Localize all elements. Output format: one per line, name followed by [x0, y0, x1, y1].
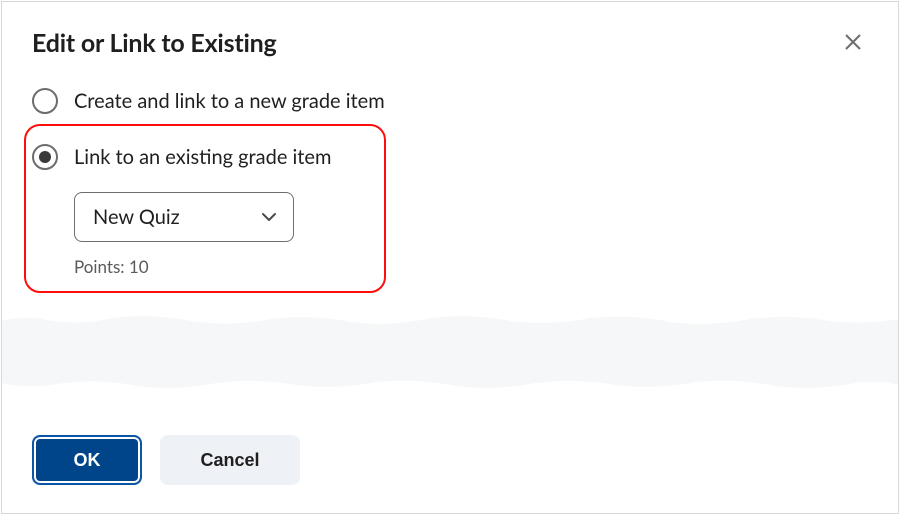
- dialog-header: Edit or Link to Existing: [2, 2, 898, 58]
- grade-item-select-wrap: New Quiz: [74, 192, 362, 242]
- highlight-box: Link to an existing grade item New Quiz …: [24, 124, 386, 293]
- radio-option-create-new[interactable]: Create and link to a new grade item: [32, 82, 868, 120]
- torn-divider: [2, 312, 898, 392]
- radio-selected-icon: [39, 151, 51, 163]
- ok-button[interactable]: OK: [32, 435, 142, 485]
- points-label: Points: 10: [74, 256, 362, 277]
- chevron-down-icon: [261, 209, 277, 225]
- grade-item-select[interactable]: New Quiz: [74, 192, 294, 242]
- radio-option-link-existing[interactable]: Link to an existing grade item: [32, 144, 362, 170]
- radio-label-link-existing: Link to an existing grade item: [74, 145, 331, 169]
- dialog: Edit or Link to Existing Create and link…: [1, 1, 899, 514]
- radio-icon: [32, 144, 58, 170]
- cancel-button[interactable]: Cancel: [160, 435, 300, 485]
- radio-label-create-new: Create and link to a new grade item: [74, 89, 385, 113]
- radio-group: Create and link to a new grade item Link…: [2, 58, 898, 293]
- grade-item-select-value: New Quiz: [93, 205, 180, 229]
- dialog-title: Edit or Link to Existing: [32, 28, 277, 58]
- close-icon[interactable]: [844, 28, 868, 54]
- radio-icon: [32, 88, 58, 114]
- dialog-footer: OK Cancel: [2, 411, 898, 513]
